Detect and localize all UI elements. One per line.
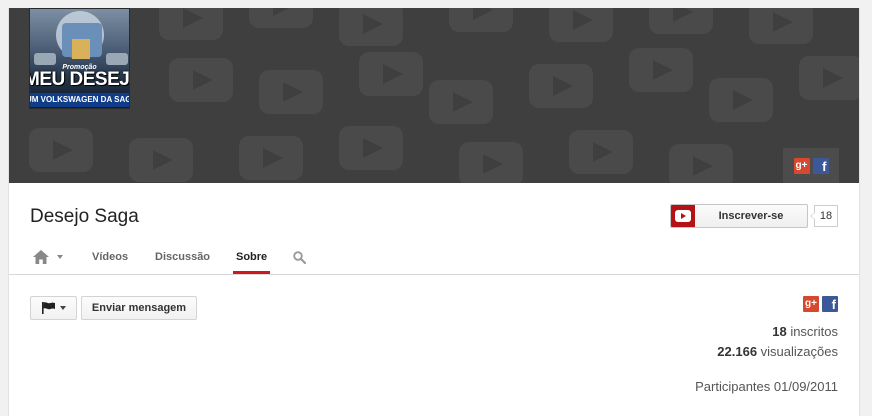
tab-search[interactable] — [293, 251, 307, 269]
play-tiles — [29, 8, 859, 183]
subscriber-count-badge: 18 — [810, 205, 838, 227]
tab-home[interactable] — [33, 250, 63, 264]
channel-tabs: Vídeos Discussão Sobre — [9, 240, 859, 275]
flag-icon — [41, 302, 55, 314]
search-icon — [293, 251, 307, 265]
channel-title[interactable]: Desejo Saga — [30, 206, 139, 228]
chevron-down-icon — [57, 255, 63, 259]
banner-social-links: g+ f — [783, 148, 839, 183]
channel-banner: Promoção MEU DESEJO UM VOLKSWAGEN DA SAG… — [9, 8, 859, 183]
chevron-down-icon — [59, 306, 66, 310]
tab-videos[interactable]: Vídeos — [92, 251, 128, 263]
views-value: 22.166 — [717, 344, 758, 359]
channel-avatar[interactable]: Promoção MEU DESEJO UM VOLKSWAGEN DA SAG… — [29, 8, 130, 109]
google-plus-icon[interactable]: g+ — [793, 157, 810, 174]
facebook-icon[interactable]: f — [822, 296, 838, 312]
banner-pattern — [29, 8, 859, 183]
views-stat: 22.166 visualizações — [717, 342, 838, 362]
facebook-icon[interactable]: f — [812, 157, 829, 174]
report-flag-button[interactable] — [30, 296, 77, 320]
tab-about[interactable]: Sobre — [236, 251, 267, 263]
subscribers-stat: 18 inscritos — [717, 322, 838, 342]
avatar-subtitle-text: UM VOLKSWAGEN DA SAGA — [30, 93, 129, 107]
avatar-title-text: MEU DESEJO — [30, 69, 130, 90]
google-plus-icon[interactable]: g+ — [803, 296, 819, 312]
subscribe-area: Inscrever-se 18 — [670, 204, 838, 228]
views-label: visualizações — [760, 344, 838, 359]
page-frame: Promoção MEU DESEJO UM VOLKSWAGEN DA SAG… — [8, 8, 860, 416]
about-social-links: g+ f — [803, 296, 838, 312]
tab-discussion[interactable]: Discussão — [155, 251, 210, 263]
send-message-button[interactable]: Enviar mensagem — [81, 296, 197, 320]
subscribers-label: inscritos — [790, 324, 838, 339]
subscribe-label: Inscrever-se — [718, 210, 784, 222]
active-tab-indicator — [233, 271, 270, 274]
youtube-logo-icon — [671, 205, 695, 227]
subscribe-button[interactable]: Inscrever-se — [670, 204, 808, 228]
home-icon — [33, 250, 49, 264]
channel-stats: 18 inscritos 22.166 visualizações — [717, 322, 838, 362]
subscribers-value: 18 — [772, 324, 787, 339]
joined-date: Participantes 01/09/2011 — [695, 379, 838, 394]
